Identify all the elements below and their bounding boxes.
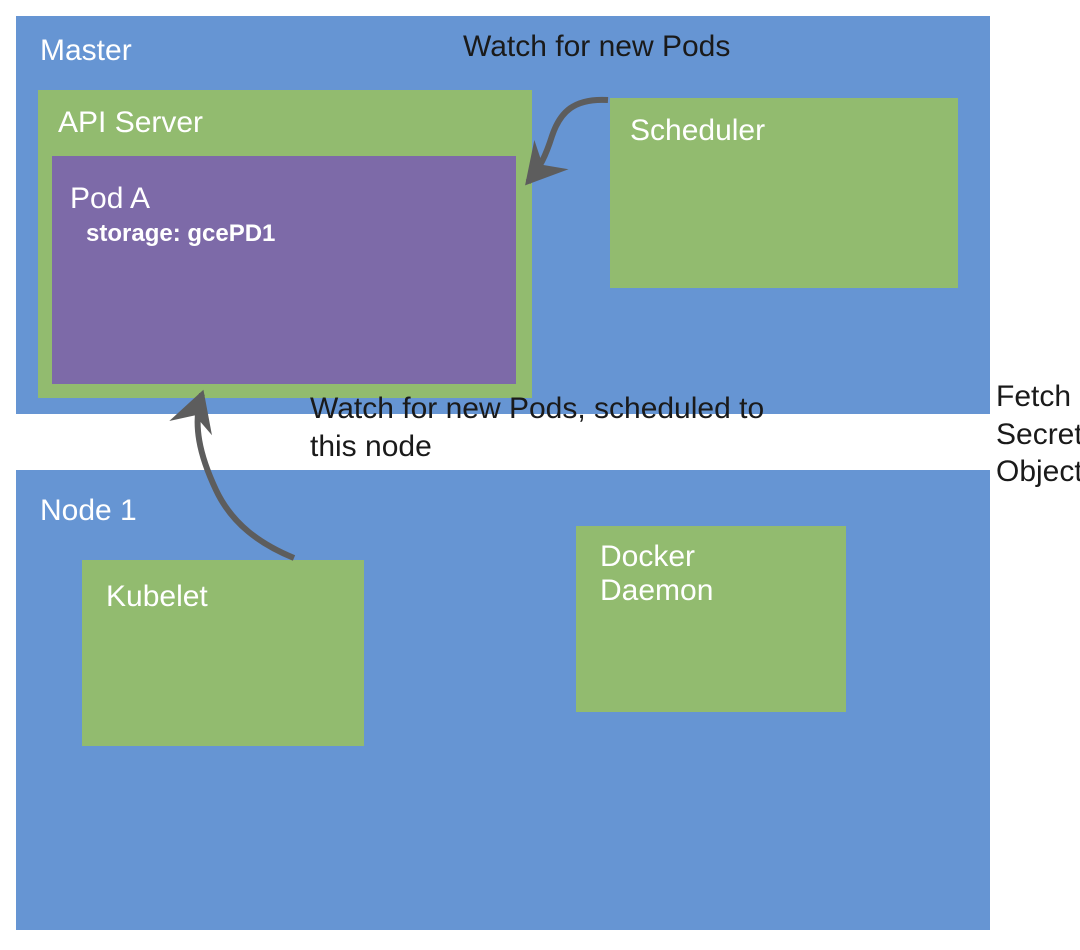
scheduler-title: Scheduler <box>630 114 765 148</box>
docker-daemon-title: Docker Daemon <box>600 540 713 608</box>
node1-title: Node 1 <box>40 494 137 528</box>
scheduler-box: Scheduler <box>610 98 958 288</box>
kubelet-title: Kubelet <box>106 580 208 614</box>
pod-a-box: Pod A storage: gcePD1 <box>52 156 516 384</box>
master-box: Master API Server Pod A storage: gcePD1 … <box>16 16 990 414</box>
pod-a-title: Pod A <box>70 182 150 216</box>
annotation-fetch-secret: Fetch Secret Object <box>996 378 1080 491</box>
docker-daemon-box: Docker Daemon <box>576 526 846 712</box>
master-title: Master <box>40 34 132 68</box>
annotation-watch-scheduled: Watch for new Pods, scheduled to this no… <box>310 390 800 465</box>
diagram-canvas: Master API Server Pod A storage: gcePD1 … <box>0 0 1080 950</box>
api-server-box: API Server Pod A storage: gcePD1 <box>38 90 532 398</box>
node1-box: Node 1 Kubelet Docker Daemon <box>16 470 990 930</box>
annotation-watch-new-pods: Watch for new Pods <box>463 28 730 66</box>
kubelet-box: Kubelet <box>82 560 364 746</box>
api-server-title: API Server <box>58 106 203 140</box>
pod-a-storage: storage: gcePD1 <box>86 220 275 248</box>
